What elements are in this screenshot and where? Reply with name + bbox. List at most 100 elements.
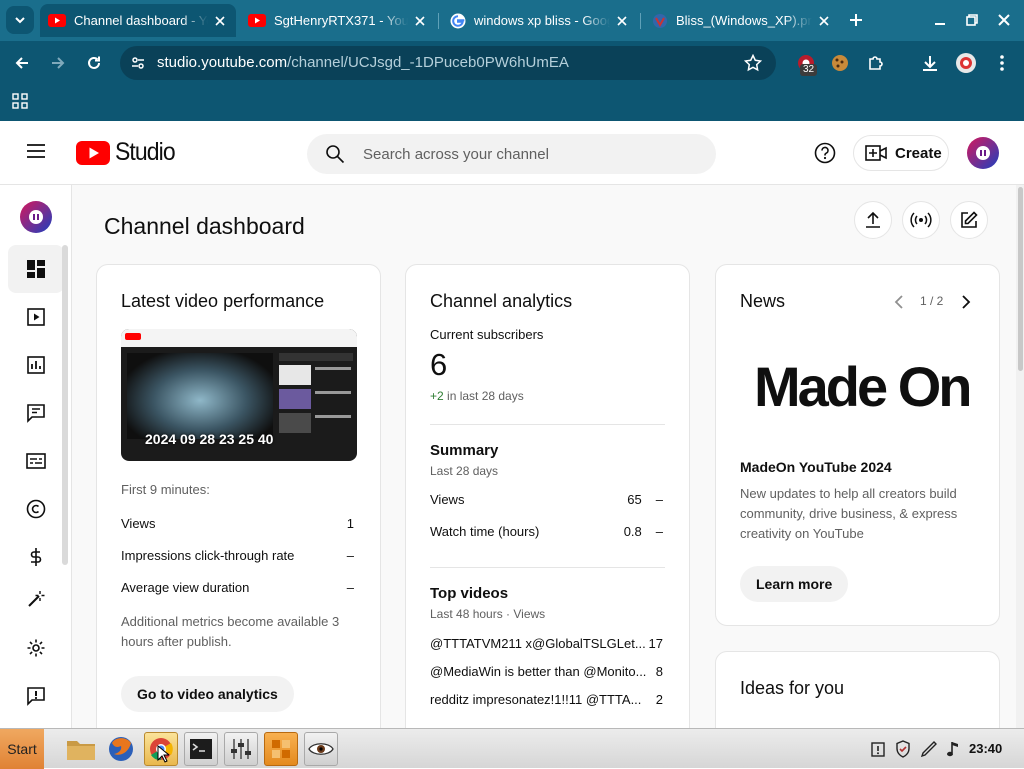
go-to-video-analytics-button[interactable]: Go to video analytics: [121, 676, 294, 712]
close-window-button[interactable]: [992, 8, 1016, 32]
taskbar-clock[interactable]: 23:40: [969, 741, 1002, 756]
start-button[interactable]: Start: [0, 729, 44, 769]
go-live-button[interactable]: [902, 201, 940, 239]
arrow-right-icon: [52, 57, 65, 69]
channel-search-box[interactable]: [307, 134, 716, 174]
bookmark-star-icon[interactable]: [744, 54, 762, 72]
address-bar[interactable]: studio.youtube.com/channel/UCJsgd_-1DPuc…: [120, 46, 776, 80]
nav-content[interactable]: [8, 293, 64, 341]
top-video-row[interactable]: @MediaWin is better than @Monito... 8: [430, 664, 663, 679]
hamburger-menu-button[interactable]: [26, 143, 46, 159]
thumb-rec-3: [279, 413, 311, 433]
create-label: Create: [895, 144, 942, 162]
forward-button[interactable]: [44, 49, 72, 77]
nav-settings[interactable]: [8, 624, 64, 672]
reload-button[interactable]: [80, 49, 108, 77]
maximize-button[interactable]: [960, 8, 984, 32]
cookie-icon: [832, 55, 848, 71]
apps-grid-icon: [12, 93, 28, 109]
ideas-heading: Ideas for you: [740, 678, 845, 698]
site-settings-icon[interactable]: [130, 55, 146, 71]
chevron-down-icon: [15, 17, 25, 24]
profile-button[interactable]: [952, 49, 980, 77]
reload-icon: [88, 56, 100, 69]
upload-button[interactable]: [854, 201, 892, 239]
firefox-icon: [109, 737, 133, 761]
tray-tool[interactable]: [920, 740, 938, 758]
taskbar-game[interactable]: [264, 732, 298, 766]
top-video-row[interactable]: redditz impresonatez!1!!11 @TTTA... 2: [430, 692, 663, 707]
create-post-button[interactable]: [950, 201, 988, 239]
help-button[interactable]: [814, 142, 836, 164]
tab-google-search[interactable]: windows xp bliss - Google Search: [442, 4, 638, 37]
learn-more-button[interactable]: Learn more: [740, 566, 849, 602]
summary-row-watch-time[interactable]: Watch time (hours) 0.8–: [430, 524, 663, 539]
nav-earn[interactable]: [8, 533, 64, 581]
avatar-inner: [975, 145, 991, 161]
extensions-menu-button[interactable]: [862, 49, 890, 77]
channel-analytics-card: Channel analytics Current subscribers 6 …: [405, 264, 690, 728]
nav-copyright[interactable]: [8, 485, 64, 533]
live-icon: [910, 212, 932, 228]
close-icon[interactable]: [614, 13, 630, 29]
studio-header: Studio Create: [0, 121, 1024, 185]
studio-logo[interactable]: Studio: [76, 138, 180, 167]
nav-analytics[interactable]: [8, 341, 64, 389]
video-thumbnail[interactable]: 2024 09 28 23 25 40: [121, 329, 357, 461]
top-video-row[interactable]: @TTTATVM211 x@GlobalTSLGLet... 17: [430, 636, 663, 651]
tab-channel-dashboard[interactable]: Channel dashboard - YouTube Studio: [40, 4, 236, 37]
analytics-icon: [27, 356, 45, 374]
nav-dashboard[interactable]: [8, 245, 64, 293]
taskbar-firefox[interactable]: [104, 732, 138, 766]
tab-bliss-png[interactable]: Bliss_(Windows_XP).png: [644, 4, 840, 37]
tray-clipboard[interactable]: [871, 741, 885, 757]
news-next-button[interactable]: [960, 295, 972, 309]
close-icon[interactable]: [212, 13, 228, 29]
nav-feedback[interactable]: [8, 672, 64, 720]
search-input[interactable]: [363, 134, 703, 174]
top-video-views: 8: [655, 664, 663, 679]
main-scrollbar-thumb[interactable]: [1018, 187, 1023, 371]
tab-search-button[interactable]: [6, 6, 34, 34]
taskbar-terminal[interactable]: [184, 732, 218, 766]
close-icon[interactable]: [412, 13, 428, 29]
account-avatar[interactable]: [967, 137, 999, 169]
minimize-button[interactable]: [928, 8, 952, 32]
nav-customization[interactable]: [8, 581, 64, 617]
extension-button[interactable]: 32: [792, 49, 820, 77]
cookie-extension-button[interactable]: [826, 49, 854, 77]
pen-icon: [920, 741, 937, 758]
taskbar-chrome[interactable]: [144, 732, 178, 766]
taskbar-viewer[interactable]: [304, 732, 338, 766]
browser-menu-button[interactable]: [988, 49, 1016, 77]
tray-volume[interactable]: [946, 740, 960, 758]
channel-avatar[interactable]: [20, 201, 52, 233]
chevron-left-icon: [894, 295, 903, 309]
summary-row-views[interactable]: Views 65–: [430, 492, 663, 507]
close-icon[interactable]: [816, 13, 832, 29]
tab-separator: [438, 13, 439, 29]
new-tab-button[interactable]: [844, 8, 868, 32]
create-button[interactable]: Create: [853, 135, 949, 171]
url-text[interactable]: studio.youtube.com/channel/UCJsgd_-1DPuc…: [157, 54, 569, 71]
youtube-icon: [48, 14, 66, 27]
tray-security[interactable]: [895, 740, 911, 758]
taskbar-mixer[interactable]: [224, 732, 258, 766]
downloads-button[interactable]: [916, 49, 944, 77]
tab-separator: [640, 13, 641, 29]
news-prev-button[interactable]: [894, 295, 906, 309]
nav-scrollbar[interactable]: [62, 245, 68, 565]
taskbar-file-manager[interactable]: [64, 732, 98, 766]
tab-sgthenry[interactable]: SgtHenryRTX371 - YouTube: [240, 4, 436, 37]
nav-comments[interactable]: [8, 389, 64, 437]
apps-button[interactable]: [12, 93, 28, 109]
close-icon: [998, 14, 1010, 26]
create-video-icon: [865, 145, 887, 161]
back-button[interactable]: [8, 49, 36, 77]
metric-row-ctr: Impressions click-through rate –: [121, 548, 354, 563]
nav-subtitles[interactable]: [8, 437, 64, 485]
summary-label: Views: [430, 492, 465, 507]
summary-period: Last 28 days: [430, 464, 499, 478]
os-taskbar: Start 23:40: [0, 728, 1024, 769]
bookmarks-bar: [0, 85, 1024, 121]
